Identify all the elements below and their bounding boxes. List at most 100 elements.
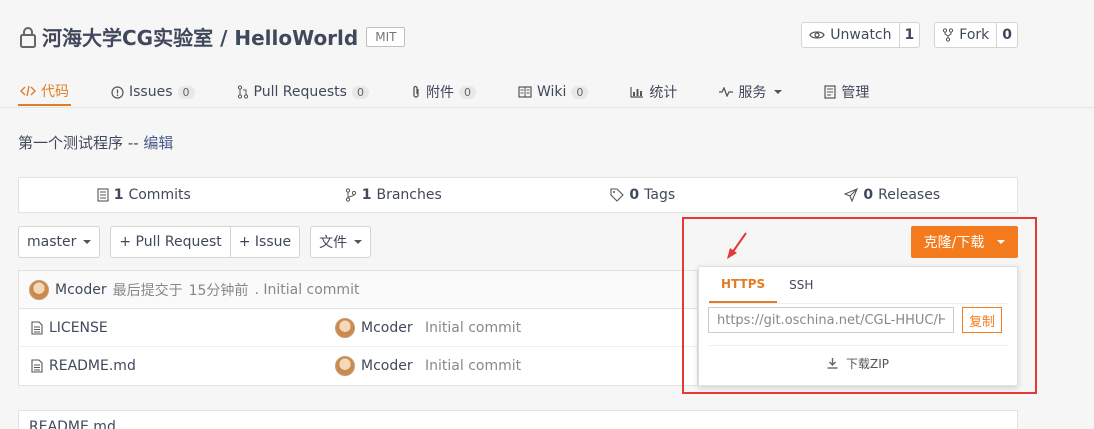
- repo-description: 第一个测试程序 -- 编辑: [18, 132, 173, 153]
- branch-select[interactable]: master: [18, 226, 101, 258]
- readme-panel: README.md: [18, 410, 1018, 429]
- avatar[interactable]: [29, 279, 49, 300]
- tab-label: 管理: [841, 85, 870, 101]
- watch-button[interactable]: Unwatch 1: [801, 22, 921, 48]
- tab-label: 附件: [425, 85, 454, 101]
- fork-label: Fork: [959, 27, 990, 43]
- commit-time: 15分钟前: [188, 282, 249, 299]
- tab-label: 代码: [41, 84, 69, 100]
- commit-message[interactable]: . Initial commit: [254, 282, 359, 298]
- divider: [708, 345, 1008, 346]
- fork-count[interactable]: 0: [996, 23, 1017, 47]
- avatar: [335, 356, 355, 376]
- description-text: 第一个测试程序: [18, 134, 124, 152]
- new-issue-button[interactable]: + Issue: [230, 226, 301, 258]
- tab-count-badge: 0: [351, 85, 369, 99]
- commit-icon: [97, 188, 109, 202]
- clone-url-input[interactable]: [708, 307, 954, 333]
- releases-stat[interactable]: 0 Releases: [768, 178, 1018, 212]
- clone-url-row: 复制: [708, 307, 1003, 333]
- clone-protocol-tabs: HTTPS SSH: [709, 267, 1017, 303]
- file-author[interactable]: Mcoder: [335, 317, 413, 338]
- tab-manage[interactable]: 管理: [822, 78, 871, 106]
- tab-issues[interactable]: Issues 0: [109, 78, 197, 106]
- tab-label: Wiki: [536, 84, 567, 100]
- tab-count-badge: 0: [458, 85, 476, 99]
- branch-icon: [345, 188, 357, 202]
- clone-download-label: 克隆/下载: [923, 235, 985, 251]
- fork-button[interactable]: Fork 0: [934, 22, 1018, 48]
- readme-title: README.md: [29, 419, 116, 429]
- file-menu-label: 文件: [319, 235, 348, 251]
- download-zip-link[interactable]: 下载ZIP: [699, 355, 1017, 372]
- license-badge[interactable]: MIT: [366, 26, 406, 47]
- tab-divider: [0, 107, 1094, 108]
- description-separator: --: [127, 134, 139, 152]
- new-pull-request-button[interactable]: + Pull Request: [110, 226, 231, 258]
- tab-ssh[interactable]: SSH: [777, 267, 825, 303]
- file-author[interactable]: Mcoder: [335, 356, 413, 376]
- last-commit-bar: Mcoder 最后提交于 15分钟前 . Initial commit: [19, 271, 697, 309]
- branch-select-label: master: [27, 234, 77, 250]
- download-zip-label: 下载ZIP: [846, 357, 889, 371]
- issue-icon: [111, 85, 124, 99]
- clone-download-button[interactable]: 克隆/下载: [911, 226, 1018, 258]
- branches-label: Branches: [376, 187, 442, 203]
- tab-service[interactable]: 服务: [717, 78, 784, 106]
- file-row: LICENSE Mcoder Initial commit: [19, 309, 697, 347]
- tags-label: Tags: [644, 187, 676, 203]
- tags-count: 0: [629, 187, 640, 203]
- commits-stat[interactable]: 1 Commits: [19, 178, 269, 212]
- file-name: README.md: [49, 358, 136, 374]
- edit-description-link[interactable]: 编辑: [143, 134, 173, 152]
- releases-label: Releases: [878, 187, 941, 203]
- file-row: README.md Mcoder Initial commit: [19, 347, 697, 385]
- repo-actions: Unwatch 1 Fork 0: [801, 22, 1018, 48]
- divider: [709, 303, 1007, 304]
- file-link[interactable]: LICENSE: [31, 320, 108, 336]
- chevron-down-icon: [997, 240, 1006, 244]
- commit-prefix: 最后提交于: [112, 282, 183, 299]
- commits-label: Commits: [128, 187, 191, 203]
- repo-title-separator: /: [220, 26, 228, 50]
- tab-pull-requests[interactable]: Pull Requests 0: [235, 78, 371, 106]
- eye-icon: [809, 29, 826, 41]
- new-request-group: + Pull Request + Issue: [110, 226, 301, 258]
- service-icon: [719, 87, 734, 97]
- tab-https[interactable]: HTTPS: [709, 267, 778, 303]
- chevron-down-icon: [774, 90, 783, 94]
- tab-code[interactable]: 代码: [18, 78, 71, 106]
- repo-stats-bar: 1 Commits 1 Branches 0 Tags 0 Releases: [18, 177, 1018, 213]
- file-link[interactable]: README.md: [31, 358, 136, 374]
- branches-stat[interactable]: 1 Branches: [269, 178, 519, 212]
- tab-attachments[interactable]: 附件 0: [409, 78, 478, 106]
- clone-dropdown: HTTPS SSH 复制 下载ZIP: [698, 266, 1018, 386]
- copy-button[interactable]: 复制: [962, 307, 1003, 333]
- file-menu-button[interactable]: 文件: [310, 226, 372, 258]
- watch-count[interactable]: 1: [898, 23, 920, 47]
- repo-header: 河海大学CG实验室 / HelloWorld MIT: [18, 22, 406, 51]
- file-name: LICENSE: [49, 319, 108, 336]
- tab-stats[interactable]: 统计: [628, 78, 679, 106]
- avatar: [335, 317, 355, 338]
- commit-author[interactable]: Mcoder: [55, 282, 107, 298]
- repo-toolbar: master + Pull Request + Issue 文件: [18, 226, 372, 258]
- file-commit-message[interactable]: Initial commit: [425, 358, 521, 374]
- wiki-icon: [518, 86, 532, 98]
- tab-label: 统计: [649, 85, 678, 101]
- file-icon: [31, 359, 43, 373]
- repo-owner-link[interactable]: 河海大学CG实验室: [42, 26, 213, 50]
- tab-count-badge: 0: [177, 85, 195, 99]
- tags-stat[interactable]: 0 Tags: [518, 178, 768, 212]
- tab-wiki[interactable]: Wiki 0: [516, 78, 590, 106]
- watch-label: Unwatch: [830, 27, 892, 43]
- branches-count: 1: [361, 187, 372, 203]
- tab-label: 服务: [738, 85, 767, 101]
- repo-name-link[interactable]: HelloWorld: [234, 26, 358, 50]
- file-icon: [31, 320, 43, 335]
- file-commit-message[interactable]: Initial commit: [425, 320, 521, 336]
- stats-icon: [630, 86, 644, 98]
- repo-title: 河海大学CG实验室 / HelloWorld: [42, 22, 358, 51]
- repo-tabs: 代码 Issues 0 Pull Requests 0 附件 0 Wiki 0 …: [18, 78, 1094, 108]
- chevron-down-icon: [83, 240, 92, 244]
